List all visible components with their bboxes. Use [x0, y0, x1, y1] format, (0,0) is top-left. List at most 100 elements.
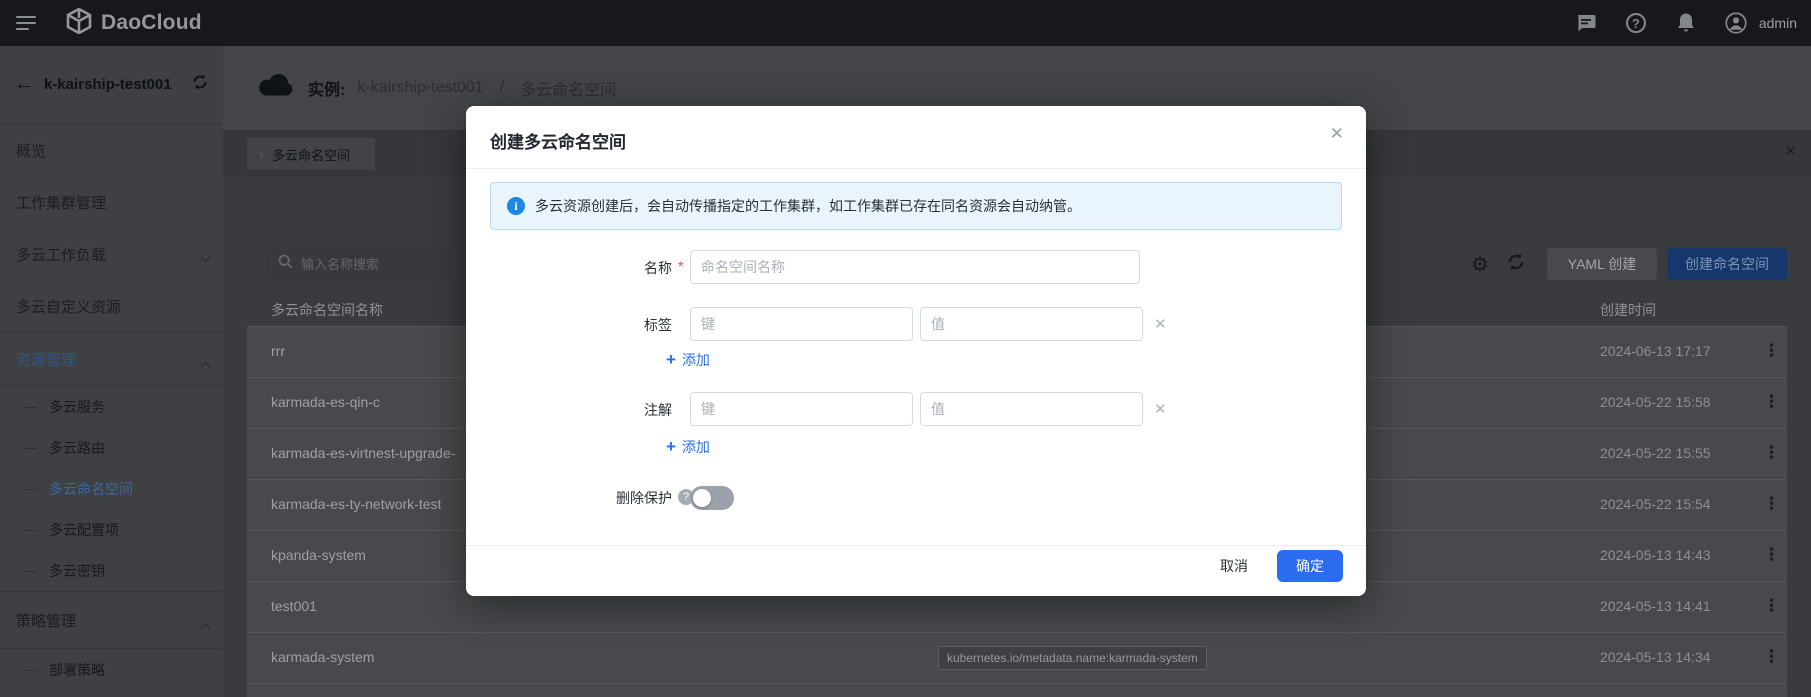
help-icon[interactable]: ? — [1625, 12, 1647, 34]
sidebar-item-label: 部署策略 — [49, 660, 105, 680]
sidebar-item-multicloud-services[interactable]: — 多云服务 — [0, 386, 223, 427]
kebab-menu-icon[interactable]: ⋮ — [1763, 647, 1780, 667]
help-question-glyph: ? — [1626, 13, 1646, 33]
chevron-down-icon — [200, 250, 211, 267]
remove-label-row-icon[interactable]: ✕ — [1154, 315, 1167, 333]
row-created: 2024-05-22 15:54 — [1600, 496, 1711, 512]
sidebar-item-label: 工作集群管理 — [16, 192, 106, 213]
admin-username[interactable]: admin — [1759, 15, 1797, 31]
modal-header-divider — [466, 168, 1366, 169]
info-alert: i 多云资源创建后，会自动传播指定的工作集群，如工作集群已存在同名资源会自动纳管… — [490, 182, 1342, 230]
sidebar-item-multicloud-workloads[interactable]: 多云工作负载 — [0, 228, 223, 280]
sidebar-item-deployment-policy[interactable]: — 部署策略 — [0, 649, 223, 690]
tab-multicloud-namespaces[interactable]: › 多云命名空间 — [247, 138, 375, 170]
plus-icon: + — [666, 437, 676, 457]
kebab-menu-icon[interactable]: ⋮ — [1763, 392, 1780, 412]
sidebar-section-label: 策略管理 — [16, 610, 76, 631]
kebab-menu-icon[interactable]: ⋮ — [1763, 596, 1780, 616]
column-header-created: 创建时间 — [1600, 300, 1656, 320]
bell-icon[interactable] — [1675, 12, 1697, 34]
toggle-knob — [693, 489, 711, 507]
sidebar-item-work-cluster-mgmt[interactable]: 工作集群管理 — [0, 176, 223, 228]
modal-footer-divider — [466, 545, 1366, 546]
cancel-button[interactable]: 取消 — [1210, 550, 1258, 582]
cloud-icon — [256, 72, 296, 104]
kebab-menu-icon[interactable]: ⋮ — [1763, 494, 1780, 514]
info-icon: i — [507, 197, 525, 215]
sidebar-item-multicloud-namespaces[interactable]: — 多云命名空间 — [0, 468, 223, 509]
table-row[interactable]: default kubernetes.io/metadata.name:defa… — [247, 684, 1787, 697]
daocloud-logo-icon — [66, 8, 92, 39]
search-box — [266, 249, 456, 279]
sidebar-menu: 概览 工作集群管理 多云工作负载 多云自定义资源 资源管理 — — [0, 124, 223, 690]
dash-icon: — — [24, 662, 37, 677]
search-input[interactable] — [301, 257, 441, 272]
sidebar-item-label: 多云密钥 — [49, 561, 105, 581]
required-asterisk: * — [678, 258, 683, 274]
app-screen: DaoCloud ? — [0, 0, 1811, 697]
namespace-name-input[interactable] — [690, 250, 1140, 284]
sidebar-item-multicloud-configmaps[interactable]: — 多云配置项 — [0, 509, 223, 550]
back-arrow-icon[interactable]: ← — [14, 73, 34, 96]
create-namespace-button[interactable]: 创建命名空间 — [1667, 248, 1787, 280]
sidebar-item-overview[interactable]: 概览 — [0, 124, 223, 176]
row-name: karmada-system — [271, 649, 374, 665]
refresh-icon[interactable] — [1506, 252, 1526, 277]
row-created: 2024-05-13 14:41 — [1600, 598, 1711, 614]
hamburger-menu-icon[interactable] — [16, 12, 38, 34]
delete-protection-toggle[interactable] — [690, 486, 734, 510]
row-name: karmada-es-virtnest-upgrade- — [271, 445, 455, 461]
chevron-right-icon: › — [259, 146, 264, 163]
row-created: 2024-06-13 17:17 — [1600, 343, 1711, 359]
table-row[interactable]: karmada-system kubernetes.io/metadata.na… — [247, 633, 1787, 684]
sync-icon[interactable] — [191, 73, 209, 96]
row-name: test001 — [271, 598, 317, 614]
instance-name[interactable]: k-kairship-test001 — [357, 79, 483, 97]
row-name: karmada-es-qin-c — [271, 394, 380, 410]
tabbar-close-icon[interactable]: ✕ — [1784, 142, 1797, 160]
daocloud-logo[interactable]: DaoCloud — [66, 8, 202, 39]
sidebar-item-multicloud-secrets[interactable]: — 多云密钥 — [0, 550, 223, 591]
sidebar-section-resource-mgmt[interactable]: 资源管理 — [0, 332, 223, 386]
avatar-icon[interactable] — [1725, 12, 1747, 34]
chat-icon[interactable] — [1575, 12, 1597, 34]
modal-close-icon[interactable]: ✕ — [1330, 124, 1344, 144]
annotation-value-input[interactable] — [920, 392, 1143, 426]
sidebar-item-multicloud-custom-resources[interactable]: 多云自定义资源 — [0, 280, 223, 332]
sidebar-section-label: 资源管理 — [16, 349, 76, 370]
label-key-input[interactable] — [690, 307, 913, 341]
cluster-name: k-kairship-test001 — [44, 76, 181, 93]
kebab-menu-icon[interactable]: ⋮ — [1763, 443, 1780, 463]
sidebar-section-policy-mgmt[interactable]: 策略管理 — [0, 591, 223, 649]
cluster-header: ← k-kairship-test001 — [0, 46, 223, 124]
annotation-key-input[interactable] — [690, 392, 913, 426]
label-value-input[interactable] — [920, 307, 1143, 341]
row-created: 2024-05-13 14:43 — [1600, 547, 1711, 563]
info-alert-text: 多云资源创建后，会自动传播指定的工作集群，如工作集群已存在同名资源会自动纳管。 — [535, 196, 1081, 216]
gear-icon[interactable]: ⚙ — [1471, 252, 1489, 277]
modal-title: 创建多云命名空间 — [490, 128, 626, 153]
breadcrumb-page: 多云命名空间 — [520, 76, 616, 100]
kebab-menu-icon[interactable]: ⋮ — [1763, 341, 1780, 361]
row-name: kpanda-system — [271, 547, 366, 563]
instance-label: 实例: — [308, 76, 345, 100]
add-annotation-link[interactable]: + 添加 — [666, 437, 710, 457]
dash-icon: — — [24, 440, 37, 455]
row-name: rrr — [271, 343, 285, 359]
sidebar-item-label: 多云路由 — [49, 438, 105, 458]
delete-protection-label: 删除保护 — [490, 488, 672, 508]
label-chip: kubernetes.io/metadata.name:karmada-syst… — [938, 646, 1207, 670]
row-created: 2024-05-22 15:58 — [1600, 394, 1711, 410]
confirm-button[interactable]: 确定 — [1277, 550, 1343, 582]
sidebar: ← k-kairship-test001 概览 工作集群管理 多云工作负载 — [0, 46, 223, 697]
name-field-label: 名称 — [490, 258, 672, 278]
kebab-menu-icon[interactable]: ⋮ — [1763, 545, 1780, 565]
add-label-link[interactable]: + 添加 — [666, 350, 710, 370]
remove-annotation-row-icon[interactable]: ✕ — [1154, 400, 1167, 418]
sidebar-item-multicloud-routes[interactable]: — 多云路由 — [0, 427, 223, 468]
sidebar-item-label: 概览 — [16, 140, 46, 161]
yaml-create-button[interactable]: YAML 创建 — [1547, 248, 1657, 280]
dash-icon: — — [24, 563, 37, 578]
tab-label: 多云命名空间 — [272, 145, 350, 164]
chevron-up-icon — [200, 355, 211, 372]
